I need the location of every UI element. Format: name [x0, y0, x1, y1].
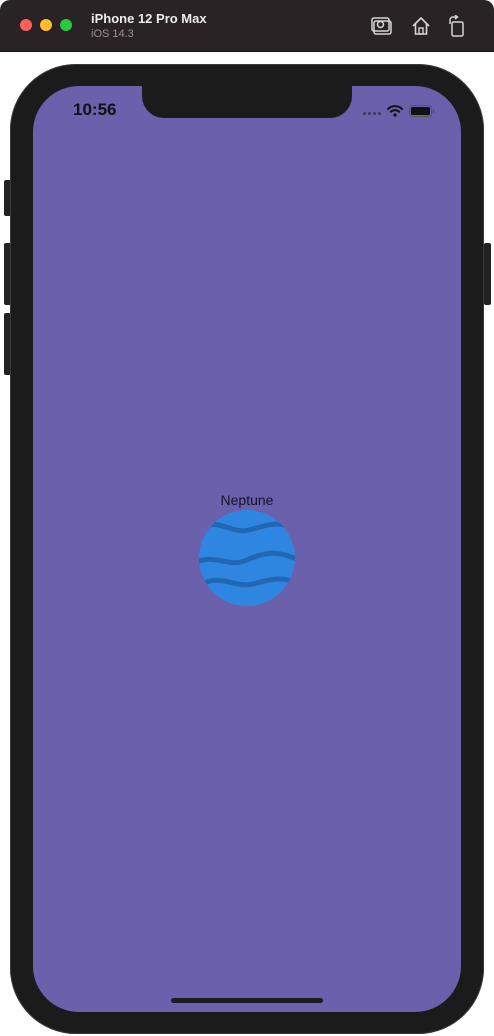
home-icon[interactable] [409, 14, 433, 38]
wifi-icon [387, 104, 403, 122]
os-version: iOS 14.3 [91, 28, 134, 40]
status-icons [363, 104, 435, 122]
zoom-window-button[interactable] [60, 19, 72, 31]
rotate-icon[interactable] [445, 14, 469, 38]
status-time: 10:56 [73, 100, 117, 119]
planet-name: Neptune [220, 492, 274, 508]
simulator-titlebar: iPhone 12 Pro Max iOS 14.3 [0, 0, 494, 52]
screenshot-icon[interactable] [370, 14, 394, 38]
power-button [484, 243, 491, 305]
signal-dots-icon [363, 111, 381, 115]
device-screen[interactable]: 10:56 Neptune [33, 86, 461, 1012]
notch [142, 86, 352, 118]
close-window-button[interactable] [20, 19, 32, 31]
battery-icon [409, 104, 435, 122]
minimize-window-button[interactable] [40, 19, 52, 31]
home-indicator[interactable] [171, 998, 323, 1003]
device-name: iPhone 12 Pro Max [91, 11, 207, 26]
neptune-planet-icon[interactable] [199, 510, 295, 606]
